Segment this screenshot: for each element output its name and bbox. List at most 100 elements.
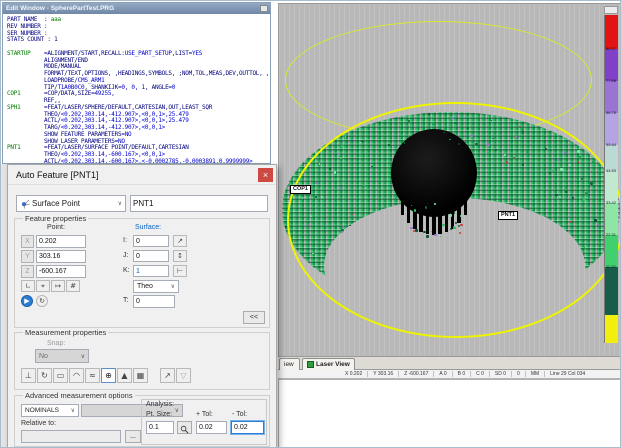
status-item: B 0 <box>452 371 471 377</box>
chevron-down-icon: ∨ <box>118 200 122 207</box>
view-tabbar: iew Laser View <box>278 357 621 370</box>
relative-to-input[interactable] <box>21 430 121 443</box>
hit-point-icon[interactable]: ⊥ <box>21 368 36 383</box>
dialog-titlebar[interactable]: Auto Feature [PNT1] × <box>8 165 276 185</box>
legend-segment: 33.42 <box>604 203 618 235</box>
measurement-properties-label: Measurement properties <box>23 328 108 337</box>
pt-size-label: Pt. Size: <box>146 411 172 418</box>
legend-segments: 88.9777.8666.7555.6444.5333.4222.3111.20 <box>604 15 620 343</box>
flip-vector-icon[interactable]: ↕ <box>173 250 187 262</box>
peak-point-icon[interactable]: ▲ <box>117 368 132 383</box>
y-input[interactable] <box>36 250 86 263</box>
laser-view-icon <box>307 361 314 368</box>
theo-value: Theo <box>137 283 153 290</box>
nominals-select[interactable]: NOMINALS ∨ <box>21 404 79 417</box>
color-scale-legend: 88.9777.8666.7555.6444.5333.4222.3111.20 <box>604 6 620 343</box>
feature-name-input[interactable] <box>130 195 268 212</box>
collapse-button[interactable]: << <box>243 311 265 324</box>
browse-button[interactable]: ... <box>125 430 141 443</box>
feature-type-select[interactable]: Surface Point ∨ <box>16 195 126 212</box>
theo-select[interactable]: Theo ∨ <box>133 280 179 293</box>
x-input[interactable] <box>36 235 86 248</box>
edit-vector-icon[interactable]: ↗ <box>173 235 187 247</box>
advanced-options-label: Advanced measurement options <box>23 391 135 400</box>
status-item: Line 29 Col 034 <box>544 371 590 377</box>
tab-laser-view[interactable]: Laser View <box>302 358 355 370</box>
remeasure-icon[interactable]: ↻ <box>36 295 48 307</box>
status-item: X 0.202 <box>340 371 367 377</box>
i-input[interactable] <box>133 235 169 247</box>
analysis-box: Analysis: Pt. Size: + Tol: - Tol: <box>141 399 267 445</box>
legend-segment: 22.31 <box>604 235 618 267</box>
edit-path-icon[interactable]: ↗ <box>160 368 175 383</box>
edit-window-code[interactable]: PART NAME : aaaREV NUMBER : SER NUMBER :… <box>3 14 270 164</box>
analysis-label: Analysis: <box>146 401 174 408</box>
status-item: Y 303.16 <box>367 371 398 377</box>
close-icon[interactable]: × <box>258 168 273 182</box>
status-bar: X 0.202Y 303.16Z -600.167A 0B 0C 0SD 00M… <box>278 370 621 379</box>
measurement-properties-group: Measurement properties Snap: No ∨ ⊥↻▭◠≈⊕… <box>14 332 270 390</box>
magnifier-icon[interactable] <box>177 421 192 434</box>
tab-view-label: iew <box>284 359 294 370</box>
arc-region-icon[interactable]: ◠ <box>69 368 84 383</box>
status-item: A 0 <box>433 371 451 377</box>
edit-window-titlebar[interactable]: Edit Window - SpherePartTest.PRG <box>3 3 270 14</box>
legend-segment: 44.53 <box>604 171 618 203</box>
snap-label: Snap: <box>47 340 65 347</box>
bottom-panel <box>278 379 621 448</box>
x-axis-button[interactable]: X <box>21 235 34 248</box>
status-item: SD 0 <box>489 371 511 377</box>
nominals-value: NOMINALS <box>25 407 59 414</box>
edit-window-menu-icon[interactable] <box>260 5 268 12</box>
surface-label: Surface: <box>135 224 161 231</box>
legend-segment: 11.20 <box>604 267 618 315</box>
tab-view-partial[interactable]: iew <box>279 358 300 370</box>
y-axis-button[interactable]: Y <box>21 250 34 263</box>
test-point-icon[interactable]: ▶ <box>21 295 33 307</box>
auto-feature-dialog: Auto Feature [PNT1] × Surface Point ∨ Fe… <box>7 164 277 448</box>
minus-tol-label: - Tol: <box>232 411 247 418</box>
status-item: MM <box>525 371 544 377</box>
grid-density-icon[interactable]: ▦ <box>133 368 148 383</box>
workplane-icon[interactable]: ∟ <box>21 280 35 292</box>
app-window: Edit Window - SpherePartTest.PRG PART NA… <box>0 0 621 448</box>
rescan-icon[interactable]: ↻ <box>37 368 52 383</box>
pnt-feature-label[interactable]: PNT1 <box>498 211 518 220</box>
t-label: T: <box>123 297 128 304</box>
graphics-view[interactable]: COP1 PNT1 88.9777.8666.7555.6444.5333.42… <box>278 3 621 357</box>
code-lines: PART NAME : aaaREV NUMBER : SER NUMBER :… <box>7 17 270 164</box>
pt-size-input[interactable] <box>146 421 174 434</box>
feature-tool-icons: ∟⌖↦# <box>21 280 80 292</box>
status-item: Z -600.167 <box>398 371 433 377</box>
chevron-down-icon: ∨ <box>81 353 85 360</box>
snap-grid-icon[interactable]: # <box>66 280 80 292</box>
plus-tol-input[interactable] <box>196 421 227 434</box>
status-item: 0 <box>511 371 525 377</box>
status-item: C 0 <box>470 371 489 377</box>
k-input[interactable] <box>133 265 169 277</box>
wave-region-icon[interactable]: ≈ <box>85 368 100 383</box>
cop-feature-label[interactable]: COP1 <box>290 185 311 194</box>
minus-tol-input[interactable] <box>231 421 264 434</box>
point-offset-icon[interactable]: ↦ <box>51 280 65 292</box>
legend-segment <box>604 15 618 49</box>
feature-properties-group: Feature properties Point: Surface: X Y Z… <box>14 218 270 328</box>
legend-segment: 66.75 <box>604 113 618 145</box>
snap-select: No ∨ <box>35 349 89 363</box>
legend-segment: 88.97 <box>604 49 618 81</box>
t-input[interactable] <box>133 295 175 308</box>
filter-icon: ▽ <box>176 368 191 383</box>
z-input[interactable] <box>36 265 86 278</box>
z-axis-button[interactable]: Z <box>21 265 34 278</box>
find-nominal-icon[interactable]: ⌖ <box>36 280 50 292</box>
legend-segment: 77.86 <box>604 81 618 113</box>
point-region-icon[interactable]: ⊕ <box>101 368 116 383</box>
edit-window-title: Edit Window - SpherePartTest.PRG <box>6 5 114 12</box>
relative-to-label: Relative to: <box>21 420 56 427</box>
j-input[interactable] <box>133 250 169 262</box>
align-axis-icon[interactable]: ⊢ <box>173 265 187 277</box>
box-region-icon[interactable]: ▭ <box>53 368 68 383</box>
snap-value: No <box>39 353 48 360</box>
feature-properties-label: Feature properties <box>23 214 88 223</box>
i-label: I: <box>123 237 127 244</box>
